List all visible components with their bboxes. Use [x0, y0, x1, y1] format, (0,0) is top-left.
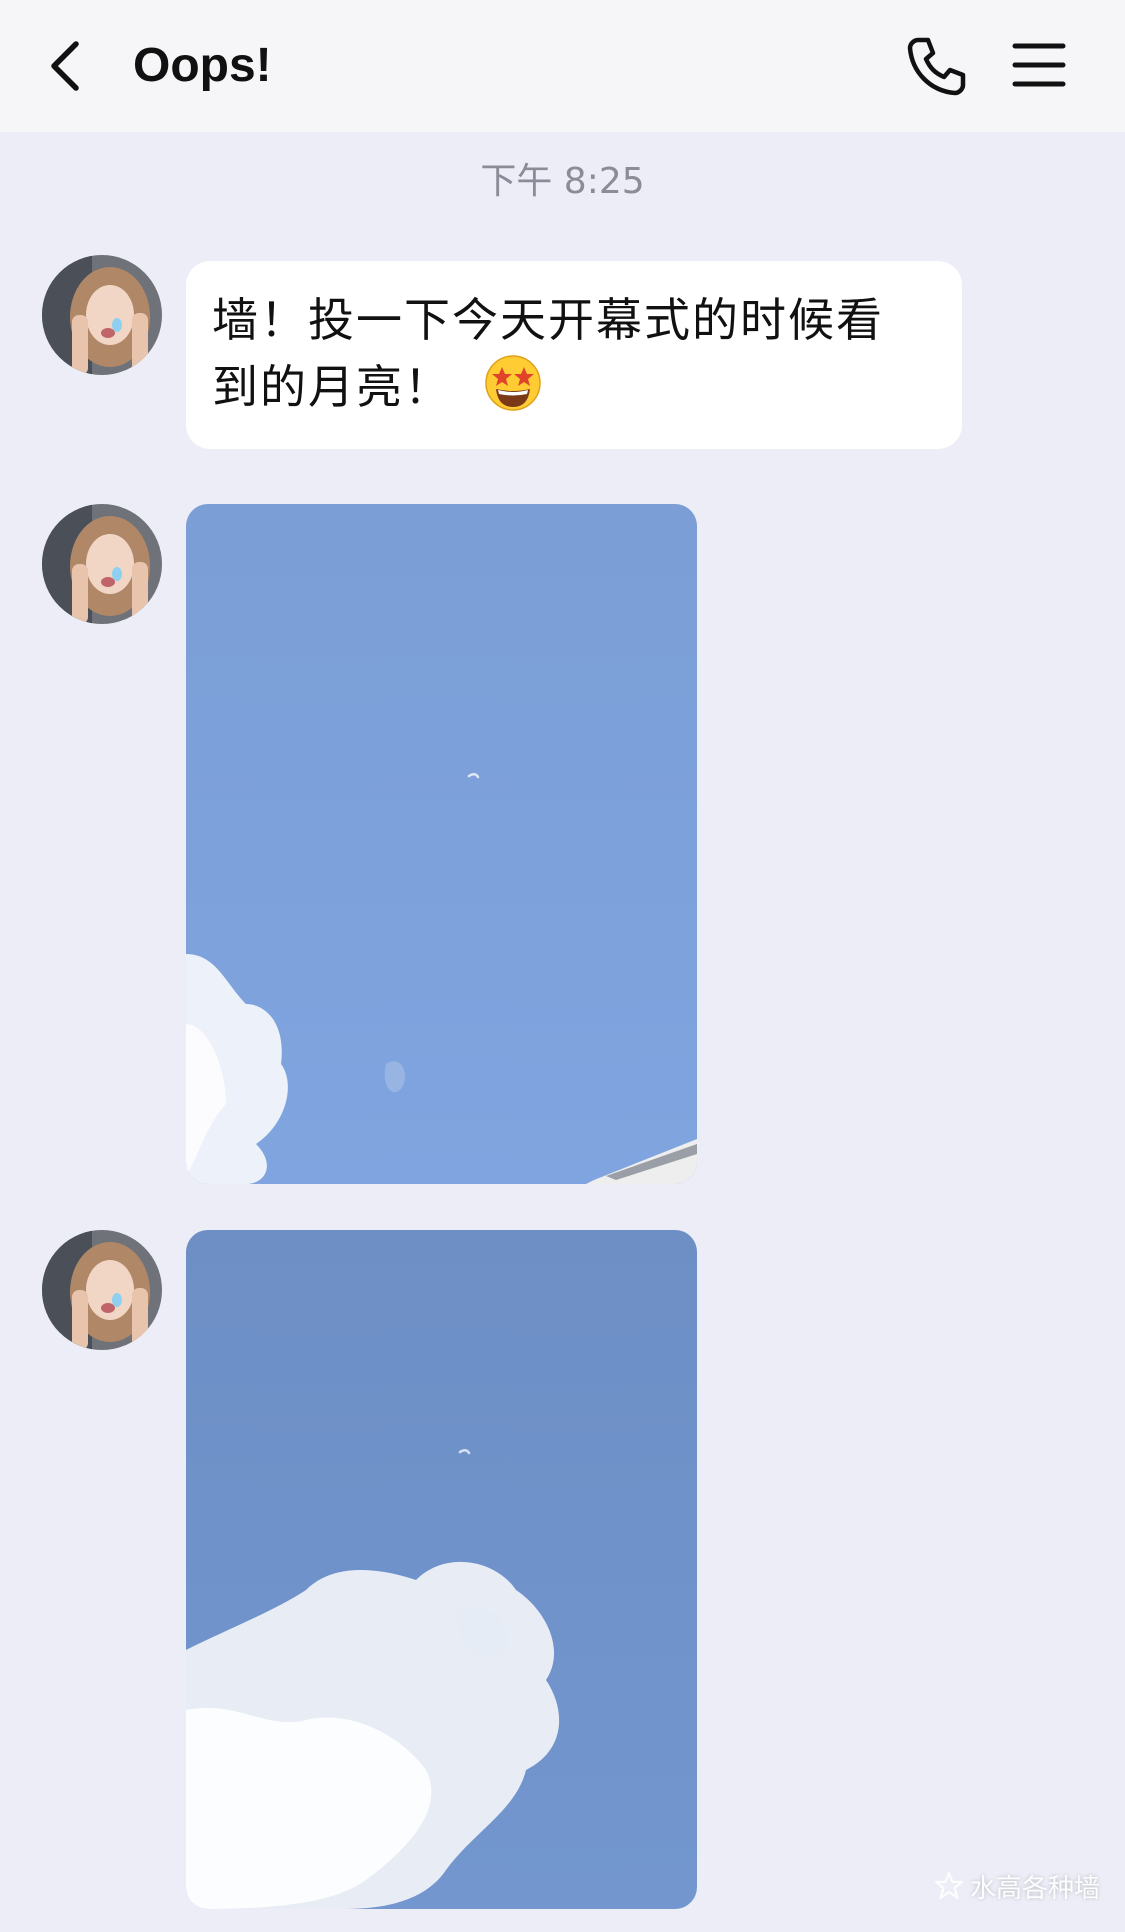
chevron-left-icon	[51, 41, 79, 91]
sender-avatar[interactable]	[42, 1230, 162, 1350]
star-logo-icon	[934, 1871, 964, 1900]
chat-title: Oops!	[133, 39, 272, 92]
message-bubble[interactable]: 墙！投一下今天开幕式的时候看 到的月亮！	[186, 261, 962, 449]
top-bar: Oops!	[0, 0, 1125, 132]
avatar-image	[42, 255, 162, 375]
sky-photo-1	[186, 504, 697, 1184]
phone-icon	[907, 37, 966, 96]
watermark: 水高各种墙	[934, 1868, 1100, 1904]
back-button[interactable]	[44, 36, 94, 96]
watermark-text: 水高各种墙	[970, 1873, 1101, 1904]
menu-icon	[1012, 43, 1066, 87]
sender-avatar[interactable]	[42, 504, 162, 624]
message-timestamp: 下午 8:25	[480, 161, 645, 202]
message-text-line-1: 墙！投一下今天开幕式的时候看	[212, 293, 884, 347]
avatar-image	[42, 1230, 162, 1350]
call-button[interactable]	[904, 34, 968, 98]
sky-photo-2	[186, 1230, 697, 1909]
menu-button[interactable]	[1012, 40, 1066, 90]
avatar-image	[42, 504, 162, 624]
sender-avatar[interactable]	[42, 255, 162, 375]
star-struck-emoji	[484, 355, 541, 411]
image-message[interactable]	[186, 504, 697, 1184]
image-message[interactable]	[186, 1230, 697, 1909]
message-text-line-2-text: 到的月亮！	[212, 360, 452, 414]
message-text-line-2: 到的月亮！	[212, 353, 936, 420]
